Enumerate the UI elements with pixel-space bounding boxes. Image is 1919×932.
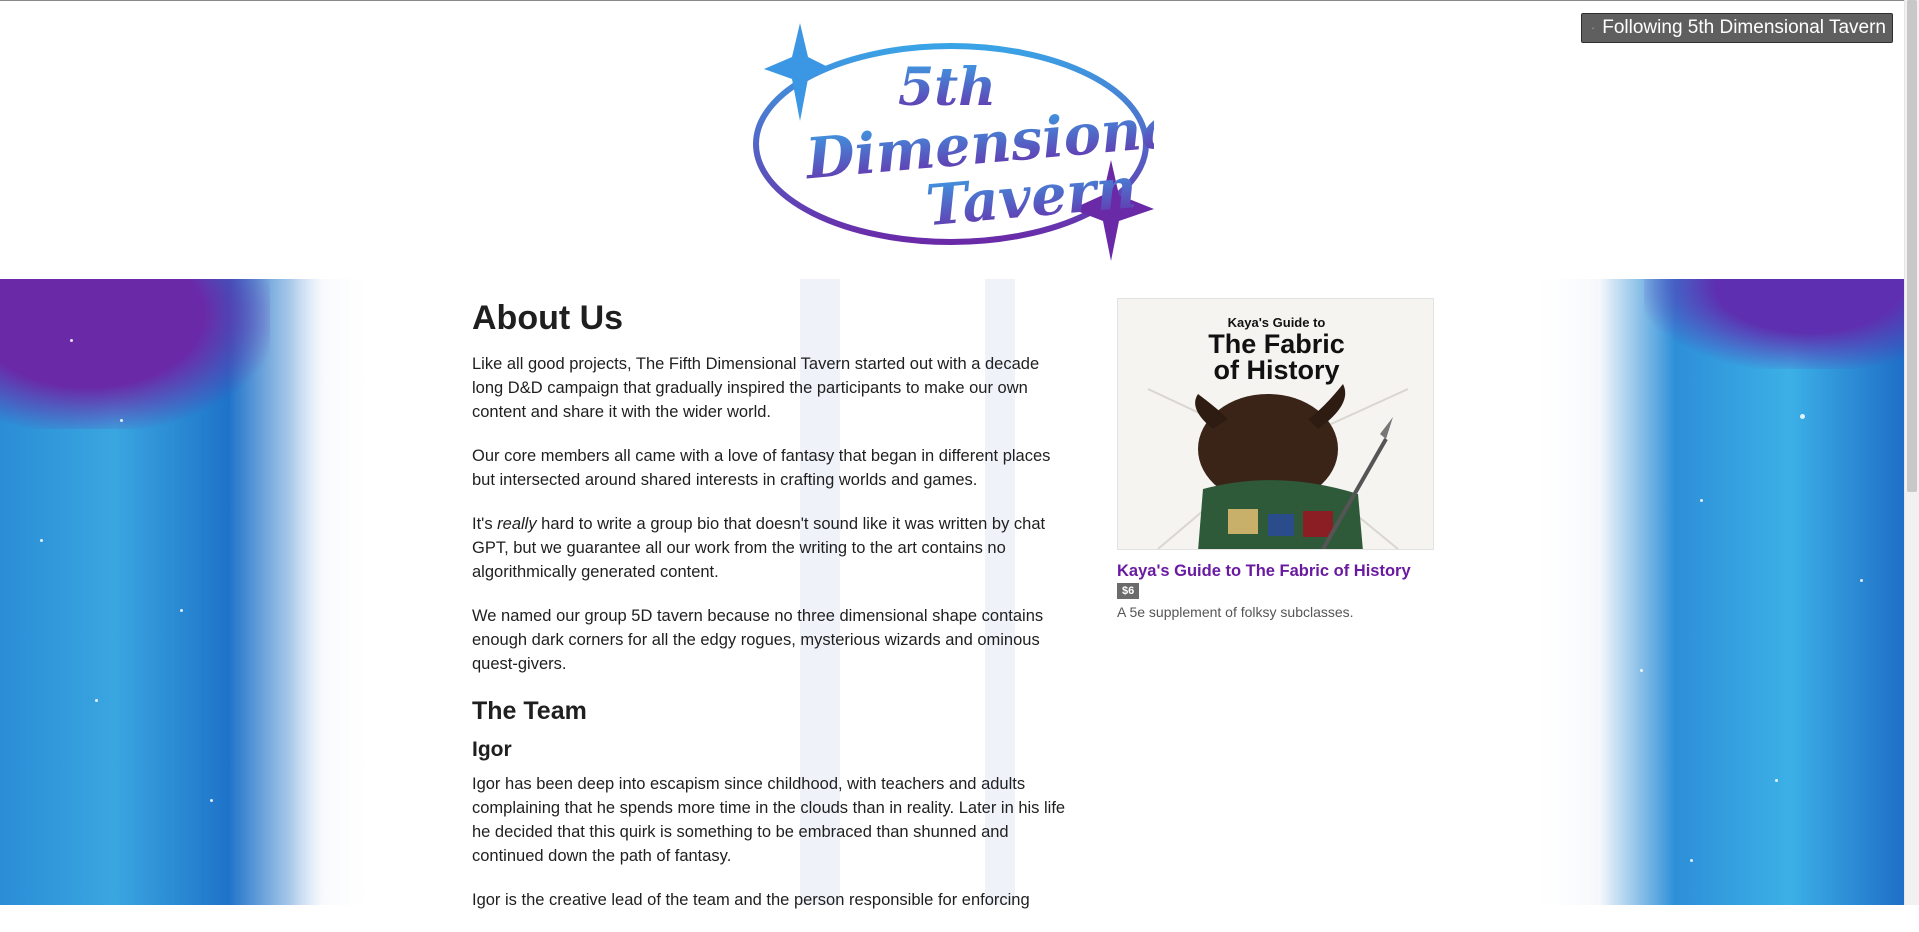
about-paragraph: It's really hard to write a group bio th… [472, 515, 1046, 581]
check-icon [1592, 27, 1595, 29]
about-paragraph: Like all good projects, The Fifth Dimens… [472, 355, 1040, 421]
member-bio: Igor is the creative lead of the team an… [472, 891, 1030, 909]
about-paragraph: We named our group 5D tavern because no … [472, 607, 1044, 673]
svg-text:5th: 5th [898, 57, 996, 118]
follow-button-label: Following 5th Dimensional Tavern [1602, 17, 1886, 38]
about-section: About Us Like all good projects, The Fif… [472, 298, 1072, 932]
product-card: Kaya's Guide to The Fabric of History Ka… [1117, 298, 1434, 620]
page-title: About Us [472, 299, 624, 337]
product-description: A 5e supplement of folksy subclasses. [1117, 604, 1354, 620]
emphasis-text: really [497, 515, 537, 533]
product-title-link[interactable]: Kaya's Guide to The Fabric of History [1117, 562, 1434, 581]
vertical-scrollbar[interactable] [1904, 0, 1919, 905]
member-name: Igor [472, 738, 512, 761]
team-heading: The Team [472, 697, 587, 725]
header: 5th Dimensional Tavern Following 5th Dim… [0, 1, 1904, 279]
price-badge: $6 [1117, 583, 1140, 599]
brand-logo[interactable]: 5th Dimensional Tavern [748, 21, 1154, 261]
member-bio: Igor has been deep into escapism since c… [472, 775, 1066, 865]
follow-button[interactable]: Following 5th Dimensional Tavern [1581, 13, 1893, 43]
scrollbar-thumb[interactable] [1907, 0, 1917, 492]
about-paragraph: Our core members all came with a love of… [472, 447, 1051, 489]
cover-illustration [1147, 384, 1409, 549]
product-cover-image[interactable]: Kaya's Guide to The Fabric of History [1117, 298, 1434, 550]
